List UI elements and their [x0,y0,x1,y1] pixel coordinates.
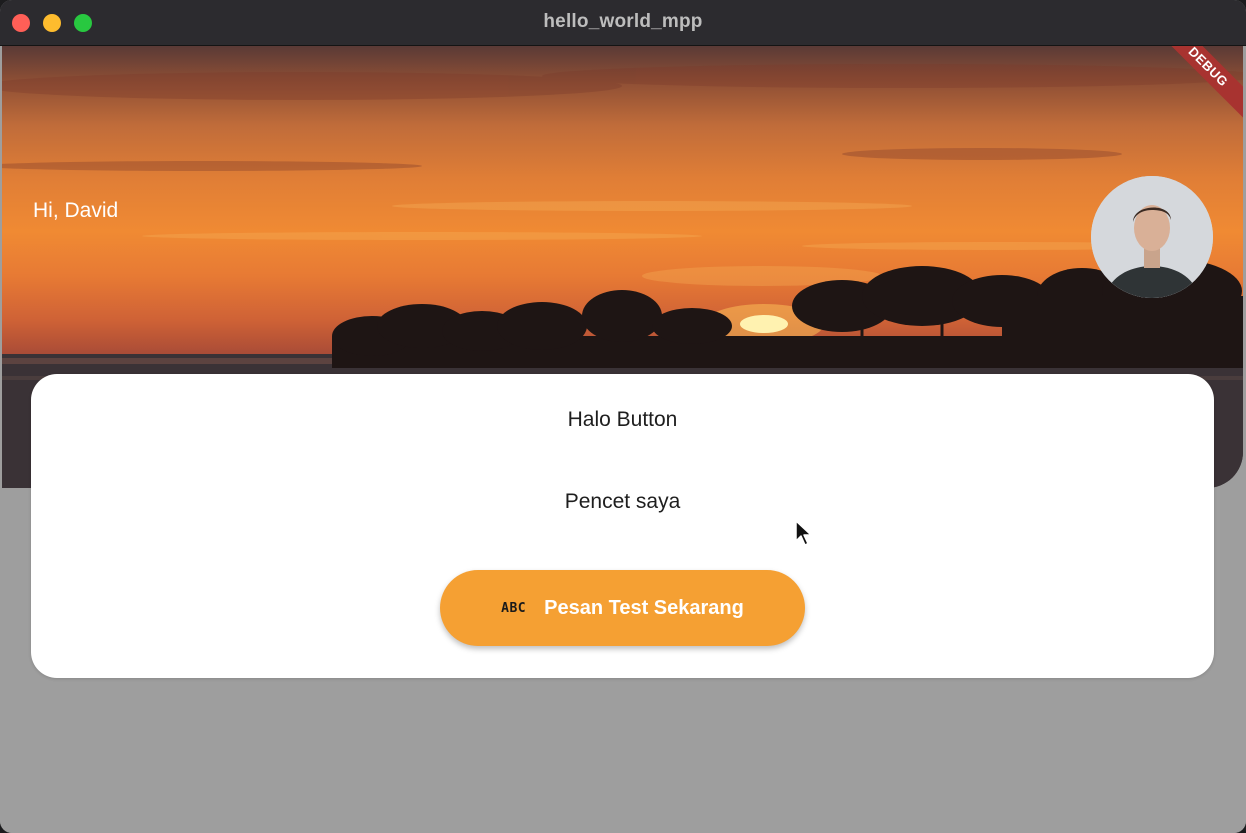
greeting-text: Hi, David [33,199,119,222]
order-test-button[interactable]: ABC Pesan Test Sekarang [440,570,805,646]
halo-button-text: Halo Button [567,408,678,431]
title-bar: hello_world_mpp [0,0,1246,46]
abc-icon: ABC [501,600,527,616]
content-card: Halo Button Pencet saya ABC Pesan Test S… [31,374,1214,678]
pencet-saya-text: Pencet saya [564,490,681,513]
window-title: hello_world_mpp [543,11,703,32]
person-avatar-icon [1091,176,1213,298]
app-content: Hi, David DEBUG Halo Button Pencet saya … [0,46,1246,833]
app-window: hello_world_mpp Hi, David DEBUG Halo But… [0,0,1246,833]
profile-avatar[interactable] [1091,176,1213,298]
mouse-cursor-icon [795,520,812,546]
order-test-button-label: Pesan Test Sekarang [544,596,744,619]
